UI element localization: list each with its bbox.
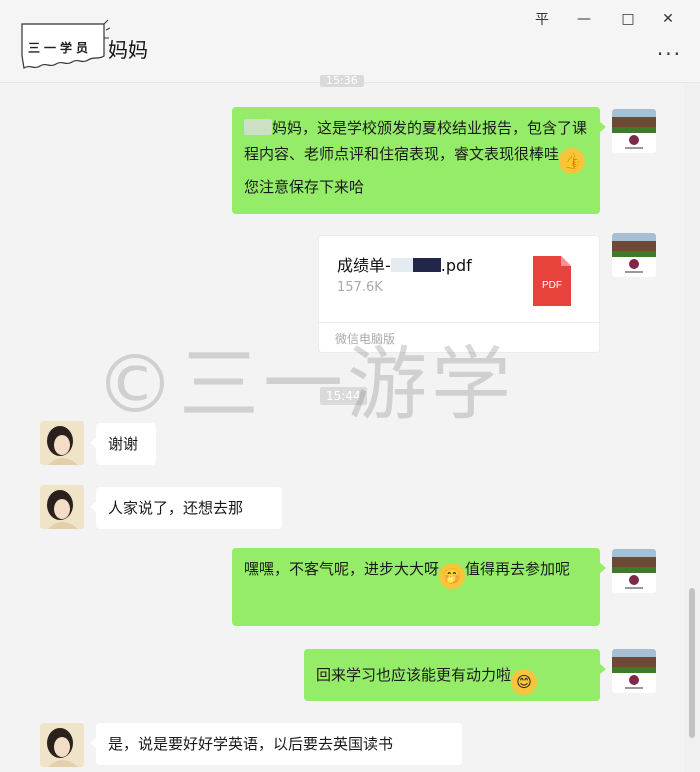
close-button[interactable]: ✕ [654,8,682,30]
redacted-filename-2 [412,258,441,272]
scrollbar[interactable] [684,83,700,772]
message-6-text: 回来学习也应该能更有动力啦 [316,666,512,684]
maximize-button[interactable]: □ [614,8,642,30]
message-list: 15:36 妈妈，这是学校颁发的夏校结业报告，包含了课程内容、老师点评和住宿表现… [0,75,684,772]
contact-avatar[interactable] [40,421,84,465]
my-avatar[interactable] [612,233,656,277]
file-divider [319,322,599,323]
happy-face-icon: 😊 [511,669,538,695]
brand-badge: 三一学员 [18,16,110,72]
message-bubble-5[interactable]: 嘿嘿，不客气呢，进步大大呀 🤭 值得再去参加呢 [232,548,606,626]
message-1-text-after: 您注意保存下来哈 [244,178,365,196]
file-name: 成绩单- .pdf [337,256,472,275]
message-bubble-3[interactable]: 谢谢 [90,423,156,465]
message-5-text-after: 值得再去参加呢 [465,560,571,578]
message-1-text: 妈妈，这是学校颁发的夏校结业报告，包含了课程内容、老师点评和住宿表现，睿文表现很… [244,119,588,163]
pdf-file-message[interactable]: 成绩单- .pdf 157.6K PDF 微信电脑版 [318,235,600,353]
contact-avatar[interactable] [40,723,84,767]
pin-icon[interactable]: 平 [528,8,556,30]
contact-avatar[interactable] [40,485,84,529]
scrollbar-thumb[interactable] [689,588,695,738]
my-avatar[interactable] [612,649,656,693]
file-size: 157.6K [337,280,383,295]
message-bubble-1[interactable]: 妈妈，这是学校颁发的夏校结业报告，包含了课程内容、老师点评和住宿表现，睿文表现很… [232,107,606,214]
message-bubble-4[interactable]: 人家说了，还想去那 [90,487,282,529]
more-options-button[interactable]: ··· [657,42,682,66]
timestamp-middle: 15:44 [320,387,367,405]
thumbs-up-icon: 👍 [559,148,586,174]
my-avatar[interactable] [612,109,656,153]
my-avatar[interactable] [612,549,656,593]
brand-text: 三一学员 [28,41,93,55]
redacted-filename-1 [390,258,413,272]
message-bubble-6[interactable]: 回来学习也应该能更有动力啦 😊 [304,649,606,701]
minimize-button[interactable]: — [570,8,598,30]
title-bar: 平 — □ ✕ 三一学员 妈妈 ··· [0,0,700,83]
pdf-file-icon: PDF [533,256,571,306]
chat-title: 妈妈 [108,38,148,62]
message-5-text-before: 嘿嘿，不客气呢，进步大大呀 [244,560,440,578]
file-source: 微信电脑版 [335,332,396,346]
redacted-name [244,119,272,135]
blushing-face-icon: 🤭 [439,563,466,589]
message-bubble-7[interactable]: 是，说是要好好学英语，以后要去英国读书 [90,723,462,765]
svg-text:PDF: PDF [542,280,562,291]
timestamp-top: 15:36 [320,75,364,87]
